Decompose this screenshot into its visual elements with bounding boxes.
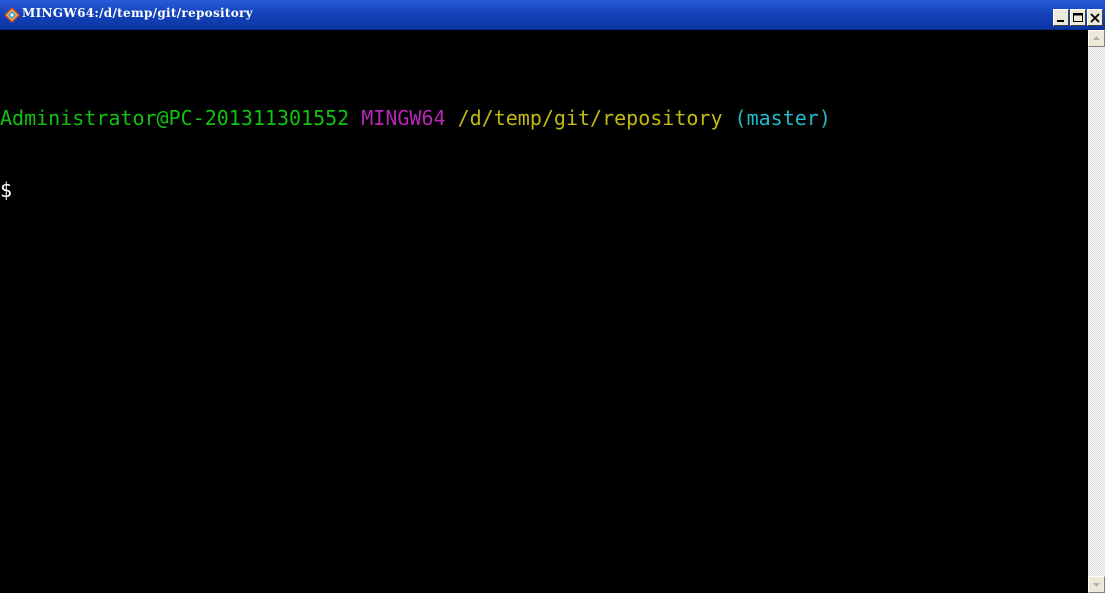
prompt-path: /d/temp/git/repository [457,106,723,130]
prompt-symbol-line: $ [0,178,1088,202]
scroll-up-arrow-icon [1093,36,1100,40]
window-controls [1053,9,1103,26]
prompt-branch: (master) [734,106,831,130]
git-diamond-icon[interactable] [4,7,20,23]
close-icon [1090,13,1100,23]
scroll-down-arrow-icon [1093,583,1100,587]
minimize-icon [1057,20,1064,22]
title-bar[interactable]: MINGW64:/d/temp/git/repository [0,0,1105,30]
close-button[interactable] [1087,9,1103,26]
prompt-user: Administrator@PC-201311301552 [0,106,350,130]
terminal-window: MINGW64:/d/temp/git/repository Administr… [0,0,1105,593]
terminal-output[interactable]: Administrator@PC-201311301552 MINGW64 /d… [0,30,1088,593]
minimize-button[interactable] [1053,9,1069,26]
scroll-down-button[interactable] [1088,576,1105,593]
scroll-up-button[interactable] [1088,30,1105,47]
prompt-line: Administrator@PC-201311301552 MINGW64 /d… [0,106,1088,130]
maximize-button[interactable] [1070,9,1086,26]
prompt-symbol: $ [0,178,13,202]
vertical-scrollbar[interactable] [1088,30,1105,593]
window-title: MINGW64:/d/temp/git/repository [22,6,253,20]
prompt-system: MINGW64 [361,106,446,130]
maximize-icon [1073,13,1083,22]
